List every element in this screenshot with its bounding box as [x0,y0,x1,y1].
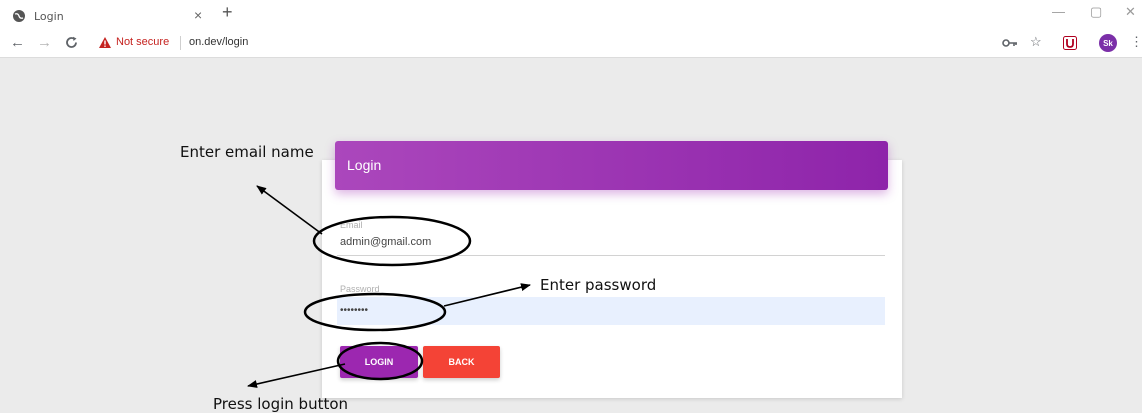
restore-icon[interactable]: ▢ [1090,4,1102,20]
key-icon[interactable] [1002,38,1018,48]
extension-icon[interactable] [1063,36,1077,50]
security-text: Not secure [116,36,170,48]
window-close-icon[interactable]: ✕ [1125,4,1136,20]
password-field[interactable] [337,297,885,325]
annotation-login: Press login button [213,395,349,413]
divider [180,36,181,50]
login-card-header: Login [335,141,888,190]
plus-icon[interactable]: + [222,2,233,23]
email-field[interactable]: admin@gmail.com [340,236,431,248]
password-value: •••••••• [340,305,369,316]
star-icon[interactable]: ☆ [1030,34,1042,50]
address-bar[interactable]: on.dev/login [189,36,248,48]
close-icon[interactable]: × [194,7,202,23]
globe-icon [13,10,25,22]
tab-strip: Login × + — ▢ ✕ [0,0,1142,28]
email-label: Email [340,220,363,230]
back-button[interactable]: BACK [423,346,500,378]
security-indicator[interactable]: Not secure [99,36,169,48]
warning-icon [99,36,111,48]
back-arrow-icon[interactable]: ← [10,34,25,51]
forward-arrow-icon[interactable]: → [37,34,52,51]
login-title: Login [347,157,382,173]
avatar[interactable]: Sk [1099,34,1117,52]
arrow-email [256,185,323,235]
browser-tab[interactable]: Login × [8,4,214,28]
browser-toolbar: ← → Not secure on.dev/login ☆ Sk ⋮ [0,28,1142,58]
minimize-icon[interactable]: — [1052,4,1065,19]
login-button[interactable]: LOGIN [340,346,418,378]
email-underline [337,255,885,256]
annotation-password: Enter password [540,276,657,294]
annotation-email: Enter email name [180,143,314,161]
menu-icon[interactable]: ⋮ [1130,34,1142,50]
reload-icon[interactable] [65,36,78,49]
password-label: Password [340,284,380,294]
tab-title: Login [34,9,64,23]
